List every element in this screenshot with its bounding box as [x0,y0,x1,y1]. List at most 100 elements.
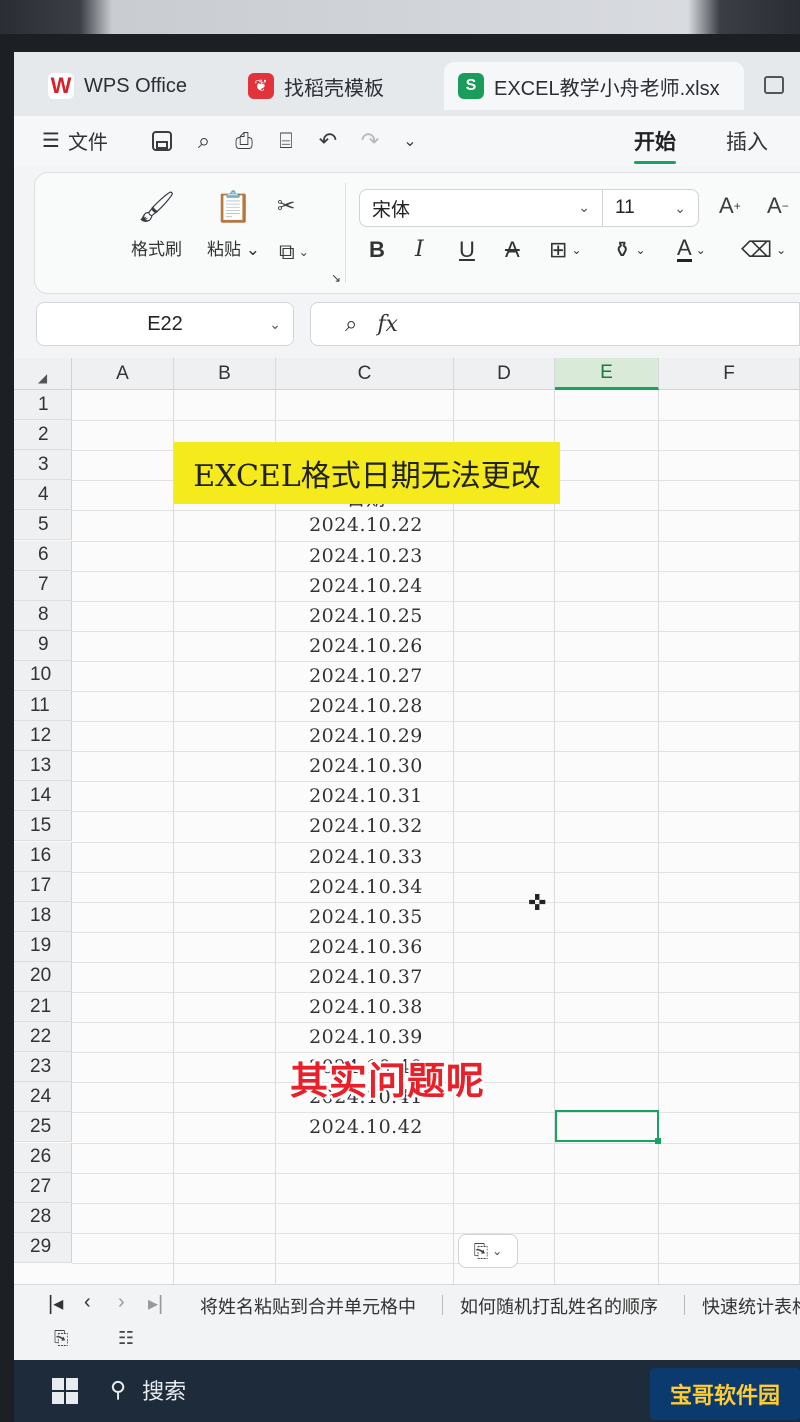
date-cell[interactable]: 2024.10.38 [276,996,456,1018]
selected-cell-e22[interactable] [555,1110,661,1144]
date-cell[interactable]: 2024.10.35 [276,906,456,928]
clear-format-icon[interactable]: ⌫ ⌄ [741,237,786,263]
font-name-select[interactable]: 宋体 ⌄ [359,189,603,227]
date-cell[interactable]: 2024.10.22 [276,514,456,536]
column-header-e[interactable]: E [555,358,659,390]
date-cell[interactable]: 2024.10.29 [276,725,456,747]
row-header-25[interactable]: 25 [14,1112,72,1143]
row-header-27[interactable]: 27 [14,1172,72,1203]
row-header-13[interactable]: 13 [14,751,72,782]
decrease-font-icon[interactable]: A − [767,193,789,219]
row-header-4[interactable]: 4 [14,480,72,511]
share-icon[interactable]: ⌕ [190,128,218,154]
date-cell[interactable]: 2024.10.28 [276,695,456,717]
sheet-list-icon[interactable]: ☷ [118,1328,134,1349]
column-header-f[interactable]: F [659,358,800,390]
row-header-12[interactable]: 12 [14,721,72,752]
row-header-8[interactable]: 8 [14,600,72,631]
prev-sheet-icon[interactable]: ‹ [84,1291,91,1314]
print-icon[interactable]: ⎙ [230,128,258,154]
row-header-11[interactable]: 11 [14,691,72,722]
underline-icon[interactable]: U [459,237,475,263]
row-header-14[interactable]: 14 [14,781,72,812]
date-cell[interactable]: 2024.10.27 [276,665,456,687]
sheet-tab[interactable]: 将姓名粘贴到合并单元格中 [200,1293,416,1319]
copy-icon[interactable]: ⧉ ⌄ [279,239,309,265]
undo-icon[interactable]: ↶ [314,128,342,154]
file-menu[interactable]: ☰ 文件 [42,126,108,155]
redo-icon[interactable]: ↷ [356,128,384,154]
sheet-tab[interactable]: 如何随机打乱姓名的顺序 [460,1293,658,1319]
select-all-corner[interactable]: ◢ [14,358,72,390]
date-cell[interactable]: 2024.10.36 [276,936,456,958]
date-cell[interactable]: 2024.10.24 [276,575,456,597]
ribbon-tab-home[interactable]: 开始 [634,126,676,164]
row-header-29[interactable]: 29 [14,1232,72,1263]
row-header-21[interactable]: 21 [14,992,72,1023]
date-cell[interactable]: 2024.10.25 [276,605,456,627]
format-painter-button[interactable]: 🖌 格式刷 [131,191,182,260]
macro-icon[interactable]: ⎘ [54,1328,68,1349]
clipboard-launcher-icon[interactable]: ↘ [331,271,341,285]
row-header-19[interactable]: 19 [14,931,72,962]
increase-font-icon[interactable]: A + [719,193,741,219]
first-sheet-icon[interactable]: |◂ [48,1291,63,1316]
row-header-1[interactable]: 1 [14,390,72,421]
more-chevron-icon[interactable]: ⌄ [396,128,424,154]
strikethrough-icon[interactable]: A [505,237,520,263]
date-cell[interactable]: 2024.10.23 [276,545,456,567]
spreadsheet-grid[interactable]: FEDCBA ◢ 1 2 3 4 5 6 7 8 9 10 11 12 13 14 15 16 17 18 19 20… [14,358,800,1284]
row-header-24[interactable]: 24 [14,1082,72,1113]
last-sheet-icon[interactable]: ▸| [148,1291,163,1316]
row-header-10[interactable]: 10 [14,660,72,691]
borders-icon[interactable]: ⊞ ⌄ [549,237,582,263]
row-header-5[interactable]: 5 [14,510,72,541]
paste-button[interactable]: 📋 粘贴 ⌄ [207,191,260,260]
windows-start-icon[interactable] [52,1378,78,1404]
date-cell[interactable]: 2024.10.34 [276,876,456,898]
date-cell[interactable]: 2024.10.39 [276,1026,456,1048]
date-cell[interactable]: 2024.10.26 [276,635,456,657]
date-cell[interactable]: 2024.10.33 [276,846,456,868]
font-size-select[interactable]: 11 ⌄ [603,189,699,227]
column-header-c[interactable]: C [276,358,454,390]
taskbar-search[interactable]: ⚲ 搜索 [110,1370,186,1410]
italic-icon[interactable]: I [415,237,424,262]
paste-options-button[interactable]: ⎘ ⌄ [458,1234,518,1268]
row-header-22[interactable]: 22 [14,1022,72,1053]
date-cell[interactable]: 2024.10.32 [276,815,456,837]
fx-icon[interactable]: fx [377,312,398,337]
row-header-16[interactable]: 16 [14,841,72,872]
row-header-2[interactable]: 2 [14,420,72,451]
tab-workbook[interactable]: S EXCEL教学小舟老师.xlsx [444,62,744,110]
row-header-3[interactable]: 3 [14,450,72,481]
bold-icon[interactable]: B [369,237,385,263]
row-header-6[interactable]: 6 [14,540,72,571]
row-header-9[interactable]: 9 [14,630,72,661]
row-header-23[interactable]: 23 [14,1052,72,1083]
row-header-17[interactable]: 17 [14,871,72,902]
font-color-icon[interactable]: A ⌄ [677,237,706,262]
fill-color-icon[interactable]: ⚱ ⌄ [613,237,646,263]
column-header-b[interactable]: B [174,358,276,390]
column-header-a[interactable]: A [72,358,174,390]
sheet-tab[interactable]: 快速统计表格 [702,1293,800,1319]
name-box[interactable]: E22 ⌄ [36,302,294,346]
row-header-7[interactable]: 7 [14,570,72,601]
formula-bar[interactable]: ⌕ fx [310,302,800,346]
zoom-search-icon[interactable]: ⌕ [345,311,357,337]
title-cell[interactable]: EXCEL格式日期无法更改 [174,442,560,504]
tab-docer-templates[interactable]: ❦ 找稻壳模板 [234,62,398,110]
save-icon[interactable] [148,128,176,154]
tab-wps-office[interactable]: W WPS Office [34,62,201,110]
date-cell[interactable]: 2024.10.31 [276,785,456,807]
date-cell[interactable]: 2024.10.30 [276,755,456,777]
row-header-20[interactable]: 20 [14,961,72,992]
column-header-d[interactable]: D [454,358,555,390]
row-header-18[interactable]: 18 [14,901,72,932]
row-header-26[interactable]: 26 [14,1142,72,1173]
window-icon[interactable] [764,76,784,94]
print-preview-icon[interactable]: ⌸ [272,128,300,154]
date-cell[interactable]: 2024.10.42 [276,1116,456,1138]
ribbon-tab-insert[interactable]: 插入 [726,126,768,156]
